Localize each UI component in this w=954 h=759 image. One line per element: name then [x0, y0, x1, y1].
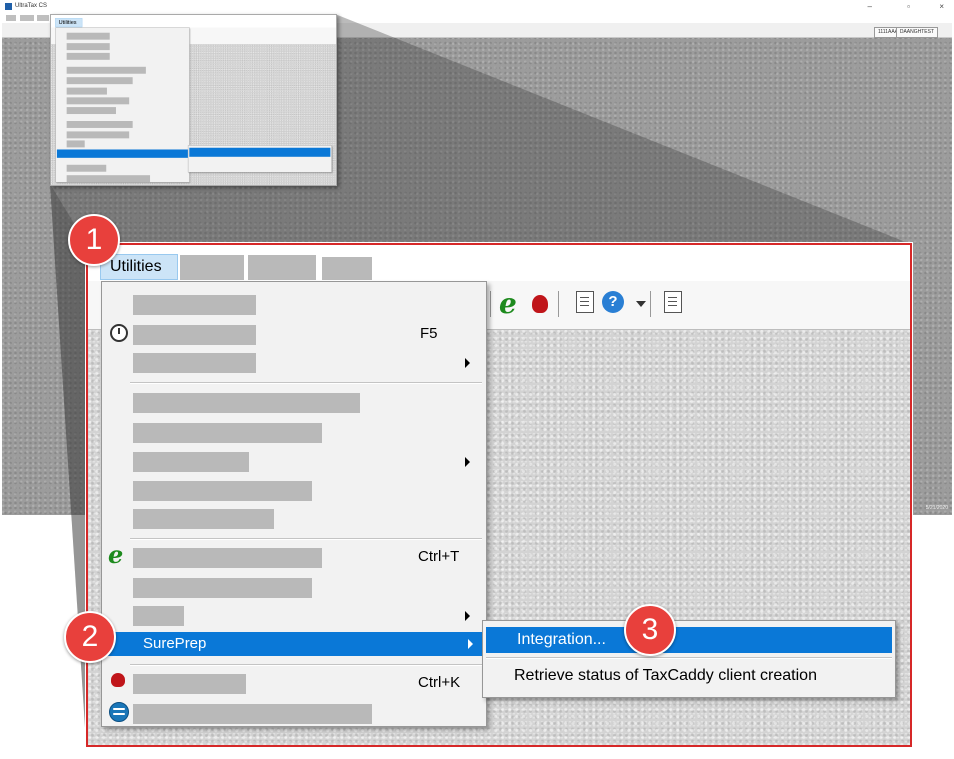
notes-icon[interactable] [576, 291, 594, 313]
submenu-arrow-icon [465, 457, 470, 467]
submenu-arrow-icon [468, 639, 473, 649]
menu-item-redacted[interactable] [133, 606, 184, 626]
redacted-menu[interactable] [20, 15, 34, 21]
menu-item-redacted[interactable] [133, 325, 256, 345]
utilities-dropdown: F5 e Ctrl+T SurePrep Ctrl+K [101, 281, 487, 727]
menu-item-redacted[interactable] [133, 509, 274, 529]
menu-item-redacted[interactable] [133, 295, 256, 315]
chevron-down-icon[interactable] [636, 301, 646, 307]
menu-item-redacted[interactable] [133, 452, 249, 472]
etax-shortcut: Ctrl+T [418, 548, 460, 565]
menu-item-redacted[interactable] [133, 704, 372, 724]
maximize-icon[interactable]: ▫ [907, 0, 910, 13]
app-icon [5, 3, 12, 10]
integration-label: Integration... [517, 631, 606, 648]
etax-icon: e [108, 540, 124, 569]
doc-check-icon[interactable] [664, 291, 682, 313]
menu-item-redacted[interactable] [133, 578, 312, 598]
minimize-icon[interactable]: – [868, 0, 872, 13]
menu-thumbnail: Utilities [50, 14, 337, 186]
window-title: UltraTax CS [15, 3, 48, 9]
menu-item-redacted[interactable] [133, 423, 322, 443]
bug-shortcut: Ctrl+K [418, 674, 461, 691]
refresh-shortcut: F5 [420, 325, 438, 342]
close-icon[interactable]: × [939, 0, 944, 13]
step-badge-3: 3 [624, 604, 676, 656]
sureprep-label: SurePrep [143, 635, 207, 652]
menu-item-redacted[interactable] [133, 548, 322, 568]
menu-item-redacted[interactable] [133, 353, 256, 373]
status-button[interactable]: DAANGHTEST [895, 27, 938, 38]
redacted-menu[interactable] [180, 255, 244, 280]
submenu-item-integration[interactable]: Integration... [486, 627, 892, 653]
bug-report-icon[interactable] [532, 295, 548, 313]
redacted-menu[interactable] [6, 15, 16, 21]
redacted-menu[interactable] [248, 255, 316, 280]
thumbnail-content: Utilities [51, 15, 336, 185]
globe-icon [109, 702, 129, 722]
step-badge-1: 1 [68, 214, 120, 266]
thumb-utilities: Utilities [55, 18, 83, 28]
clock-icon [110, 324, 128, 342]
submenu-arrow-icon [465, 611, 470, 621]
help-icon[interactable]: ? [602, 291, 624, 313]
menu-item-redacted[interactable] [133, 674, 246, 694]
etax-icon[interactable]: e [499, 287, 517, 320]
menu-item-redacted[interactable] [133, 393, 360, 413]
status-date: 5/21/2020 [925, 505, 948, 511]
zoomed-menu-panel: Utilities e ? F5 e Ctrl+T SurePrep Ctrl+… [86, 243, 912, 747]
sureprep-submenu: Integration... Retrieve status of TaxCad… [482, 620, 896, 698]
menu-item-sureprep[interactable]: SurePrep [105, 632, 483, 656]
submenu-arrow-icon [465, 358, 470, 368]
step-badge-2: 2 [64, 611, 116, 663]
bug-report-icon [111, 673, 125, 687]
submenu-item-retrieve-status[interactable]: Retrieve status of TaxCaddy client creat… [514, 667, 817, 685]
redacted-menu[interactable] [322, 257, 372, 280]
background-titlebar: UltraTax CS – ▫ × [2, 0, 952, 14]
redacted-menu[interactable] [37, 15, 49, 21]
menu-item-redacted[interactable] [133, 481, 312, 501]
